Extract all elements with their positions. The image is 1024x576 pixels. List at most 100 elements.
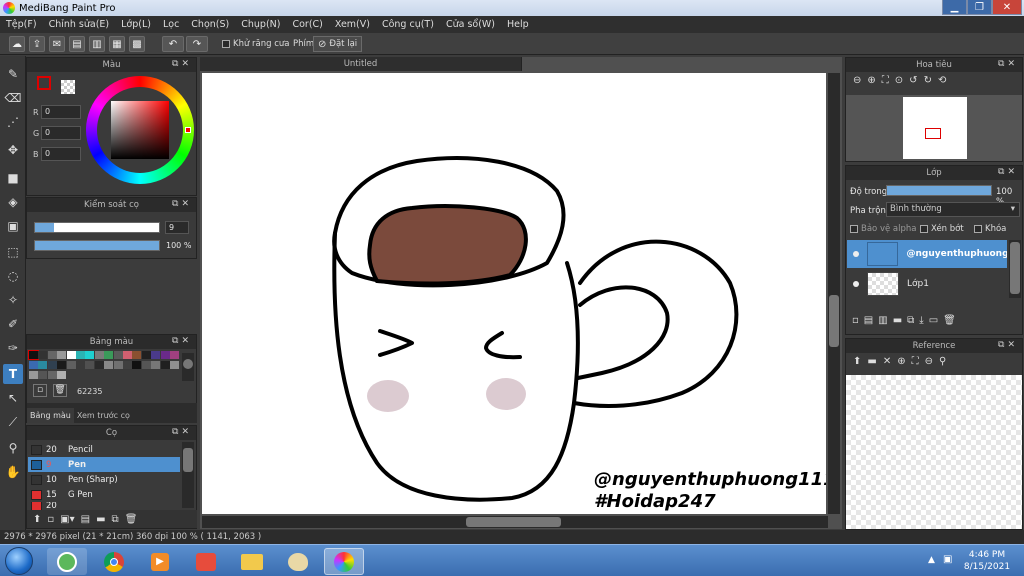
merge-layer-icon[interactable]: ⤓ <box>919 315 923 326</box>
palette-swatch[interactable] <box>132 351 142 359</box>
protect-alpha-option[interactable]: Bảo vệ alpha <box>850 224 916 234</box>
palette-swatch[interactable] <box>170 361 179 369</box>
brush-item-g-pen[interactable]: 15 G Pen <box>28 487 180 502</box>
cloud-icon[interactable]: ☁ <box>9 36 25 52</box>
select-rect-tool-icon[interactable]: ⬚ <box>3 242 23 262</box>
palette-swatch[interactable] <box>104 351 114 359</box>
taskbar-medibang[interactable] <box>324 548 364 575</box>
rotate-left-icon[interactable]: ↺ <box>909 75 917 93</box>
taskbar-paint[interactable] <box>278 548 318 575</box>
brush-tool-icon[interactable]: ✎ <box>3 64 23 84</box>
duplicate-icon[interactable]: ⧉ <box>112 514 119 525</box>
tab-brush-preview[interactable]: Xem trước cọ <box>74 408 133 423</box>
new-halftone-layer-icon[interactable]: ▤ <box>864 315 873 326</box>
menu-cor[interactable]: Cor(C) <box>286 19 328 30</box>
taskbar-chrome[interactable] <box>94 548 134 575</box>
select-eraser-tool-icon[interactable]: ✑ <box>3 338 23 358</box>
eyedropper-tool-icon[interactable]: ⚲ <box>3 438 23 458</box>
palette-swatch[interactable] <box>141 361 151 369</box>
palette-swatch[interactable] <box>38 361 48 369</box>
palette-swatch[interactable] <box>66 351 76 359</box>
brush-size-slider[interactable] <box>34 222 160 233</box>
add-brush-icon[interactable]: ⬆ <box>33 514 41 525</box>
palette-swatch[interactable] <box>29 361 38 369</box>
zoom-out-icon[interactable]: ⊖ <box>853 75 861 93</box>
text-tool-icon[interactable]: T <box>3 364 23 384</box>
palette-swatch[interactable] <box>94 351 104 359</box>
palette-swatch[interactable] <box>28 350 39 360</box>
new-document-icon[interactable]: ▫ <box>33 384 47 397</box>
brush-settings-icon[interactable]: ▣▾ <box>60 514 74 525</box>
palette-swatch[interactable] <box>113 351 123 359</box>
document-tab[interactable]: Untitled <box>200 57 522 71</box>
brush-opacity-slider[interactable] <box>34 240 160 251</box>
palette-swatch[interactable] <box>66 361 76 369</box>
navigator-viewport[interactable] <box>925 128 941 139</box>
palette-swatch[interactable] <box>38 351 48 359</box>
new-brush-icon[interactable]: ▫ <box>47 514 54 525</box>
zoom-out-icon[interactable]: ⊖ <box>925 356 933 374</box>
saturation-value-square[interactable] <box>111 101 169 159</box>
menu-layer[interactable]: Lớp(L) <box>115 19 157 30</box>
fill-rect-tool-icon[interactable]: ■ <box>3 168 23 188</box>
delete-layer-icon[interactable]: 🗑 <box>943 315 956 326</box>
palette-swatch[interactable] <box>123 361 132 369</box>
start-button[interactable] <box>5 547 33 575</box>
menu-help[interactable]: Help <box>501 19 535 30</box>
menu-filter[interactable]: Lọc <box>157 19 185 30</box>
drawing-canvas[interactable]: @nguyenthuphuong111 #Hoidap247 <box>202 73 826 514</box>
bucket-tool-icon[interactable]: ◈ <box>3 192 23 212</box>
palette-swatch[interactable] <box>57 361 67 369</box>
protect-alpha-checkbox[interactable] <box>850 225 858 233</box>
comment-icon[interactable]: ✉ <box>49 36 65 52</box>
new-layer-icon[interactable]: ▫ <box>852 315 859 326</box>
palette-swatch[interactable] <box>141 351 151 359</box>
tray-arrow-icon[interactable]: ▲ <box>928 555 935 565</box>
antialias-checkbox[interactable] <box>222 40 230 48</box>
network-icon[interactable]: ▣ <box>943 554 952 565</box>
g-value-field[interactable]: 0 <box>41 126 81 140</box>
palette-swatch[interactable] <box>47 361 57 369</box>
lock-option[interactable]: Khóa <box>974 224 1006 234</box>
fit-icon[interactable]: ⛶ <box>882 75 889 93</box>
minimize-button[interactable]: ▁ <box>942 0 967 15</box>
fit-icon[interactable]: ⛶ <box>912 356 919 374</box>
lock-checkbox[interactable] <box>974 225 982 233</box>
palette-swatch[interactable] <box>85 351 95 359</box>
divide-tool-icon[interactable]: ⟋ <box>3 412 23 432</box>
canvas-horizontal-scrollbar[interactable] <box>202 516 828 528</box>
layer-opacity-slider[interactable] <box>886 185 992 196</box>
panel-controls-icon[interactable]: ⧉✕ <box>172 59 192 69</box>
grid-menu-icon[interactable]: ▦ <box>109 36 125 52</box>
hue-wheel[interactable] <box>86 76 194 184</box>
clipping-checkbox[interactable] <box>920 225 928 233</box>
menu-select[interactable]: Chọn(S) <box>185 19 235 30</box>
lasso-tool-icon[interactable]: ◌ <box>3 266 23 286</box>
palette-swatch[interactable] <box>76 351 85 359</box>
reset-button[interactable]: ⊘ Đặt lại <box>313 36 363 52</box>
palette-swatch[interactable] <box>132 361 142 369</box>
navigator-preview[interactable] <box>846 95 1022 161</box>
menu-snap[interactable]: Chụp(N) <box>235 19 286 30</box>
brush-scrollbar[interactable] <box>182 442 194 508</box>
brush-item-pen-sharp[interactable]: 10 Pen (Sharp) <box>28 472 180 487</box>
brush-item-pencil[interactable]: 20 Pencil <box>28 442 180 457</box>
taskbar-app-green[interactable] <box>47 548 87 575</box>
brush-properties-icon[interactable]: ▤ <box>81 514 90 525</box>
zoom-in-icon[interactable]: ⊕ <box>897 356 905 374</box>
palette-swatch[interactable] <box>160 351 170 359</box>
brush-size-value[interactable]: 9 <box>165 221 189 234</box>
share-icon[interactable]: ⇪ <box>29 36 45 52</box>
palette-scrollbar[interactable] <box>182 353 194 381</box>
palette-swatch[interactable] <box>151 361 161 369</box>
undo-button[interactable]: ↶ <box>162 36 184 52</box>
tab-palette[interactable]: Bảng màu <box>27 408 74 423</box>
rotate-right-icon[interactable]: ↻ <box>924 75 932 93</box>
layer-row-text[interactable]: @nguyenthuphuong <box>847 240 1007 268</box>
upload-icon[interactable]: ⬆ <box>853 356 861 374</box>
palette-swatch[interactable] <box>57 371 67 379</box>
zoom-in-icon[interactable]: ⊕ <box>867 75 875 93</box>
redo-button[interactable]: ↷ <box>186 36 208 52</box>
dot-tool-icon[interactable]: ⋰ <box>3 112 23 132</box>
taskbar-media[interactable]: ▶ <box>140 548 180 575</box>
